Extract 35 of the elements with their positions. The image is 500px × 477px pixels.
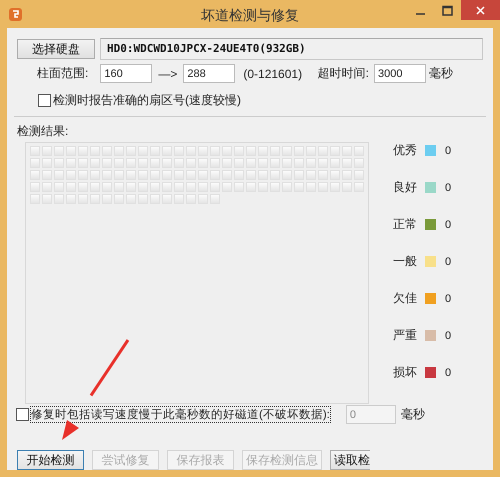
legend-label: 严重 (393, 327, 417, 344)
range-start-field[interactable]: 160 (100, 64, 152, 83)
legend-label: 损坏 (393, 364, 417, 381)
legend-count: 0 (445, 144, 452, 156)
window-title: 坏道检测与修复 (201, 7, 299, 25)
legend-count: 0 (445, 366, 452, 378)
legend-label: 欠佳 (393, 290, 417, 307)
legend-label: 优秀 (393, 142, 417, 159)
action-button[interactable]: 开始检测 (17, 450, 84, 470)
legend-count: 0 (445, 292, 452, 304)
checkbox[interactable] (38, 94, 51, 107)
timeout-label: 超时时间: (318, 65, 369, 82)
close-icon[interactable] (461, 0, 500, 20)
select-disk-button[interactable]: 选择硬盘 (17, 39, 95, 59)
legend-count: 0 (445, 182, 452, 194)
disk-field: HD0:WDCWD10JPCX-24UE4T0(932GB) (100, 38, 483, 60)
range-arrow: —> (158, 66, 178, 80)
unit-label: 毫秒 (400, 406, 425, 423)
range-label: 柱面范围: (37, 65, 88, 82)
action-button[interactable]: 读取检 (330, 450, 370, 470)
checkbox[interactable] (16, 408, 29, 421)
timeout-field[interactable]: 3000 (374, 64, 426, 83)
legend-label: 正常 (393, 216, 417, 233)
unit-label: 毫秒 (429, 65, 453, 82)
checkbox-label: 检测时报告准确的扇区号(速度较慢) (53, 92, 241, 109)
range-limits: (0-121601) (243, 66, 302, 80)
checkbox-label: 修复时包括读写速度慢于此毫秒数的好磁道(不破坏数据): (31, 407, 330, 422)
range-end-field[interactable]: 288 (183, 64, 236, 83)
legend-count: 0 (445, 218, 452, 230)
legend-count: 0 (445, 256, 452, 268)
legend-label: 一般 (393, 253, 417, 270)
legend-count: 0 (445, 330, 452, 342)
results-label: 检测结果: (17, 123, 70, 140)
legend-label: 良好 (393, 179, 417, 196)
app-icon (9, 8, 22, 21)
